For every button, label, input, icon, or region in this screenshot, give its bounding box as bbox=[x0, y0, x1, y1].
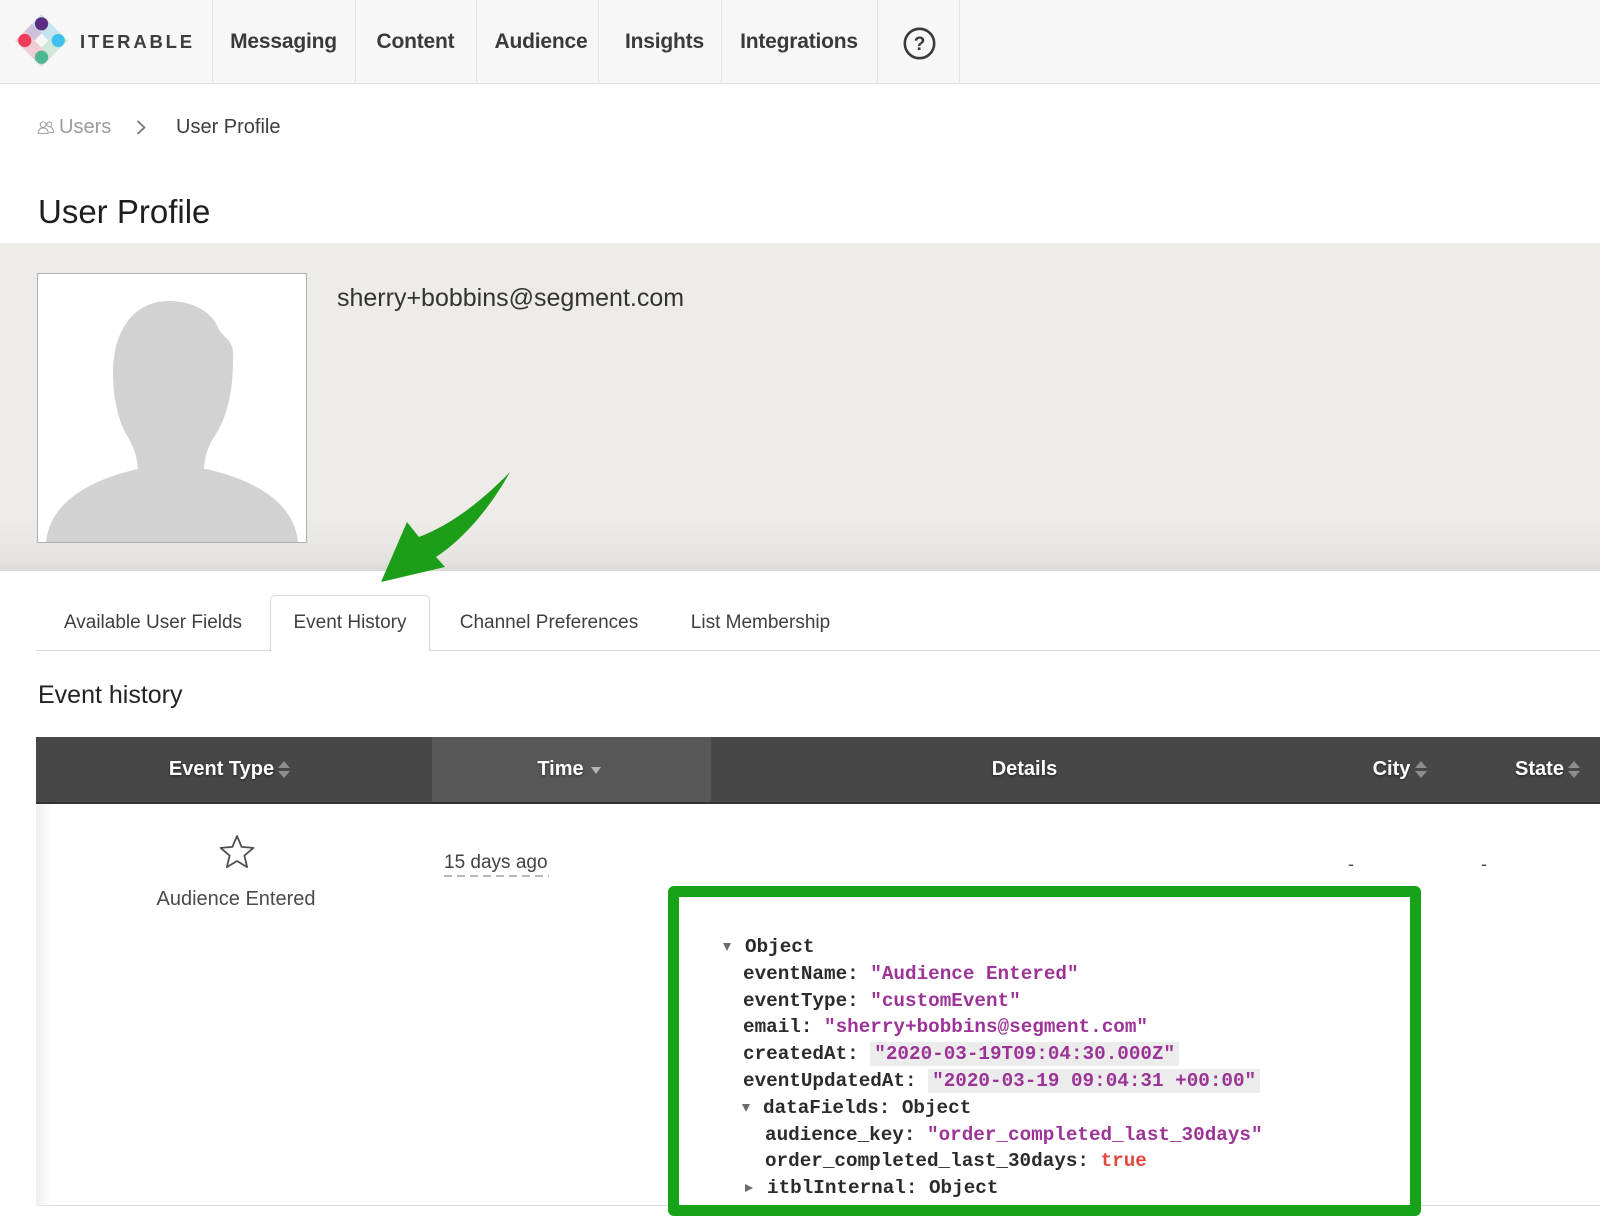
svg-text:?: ? bbox=[914, 34, 926, 55]
